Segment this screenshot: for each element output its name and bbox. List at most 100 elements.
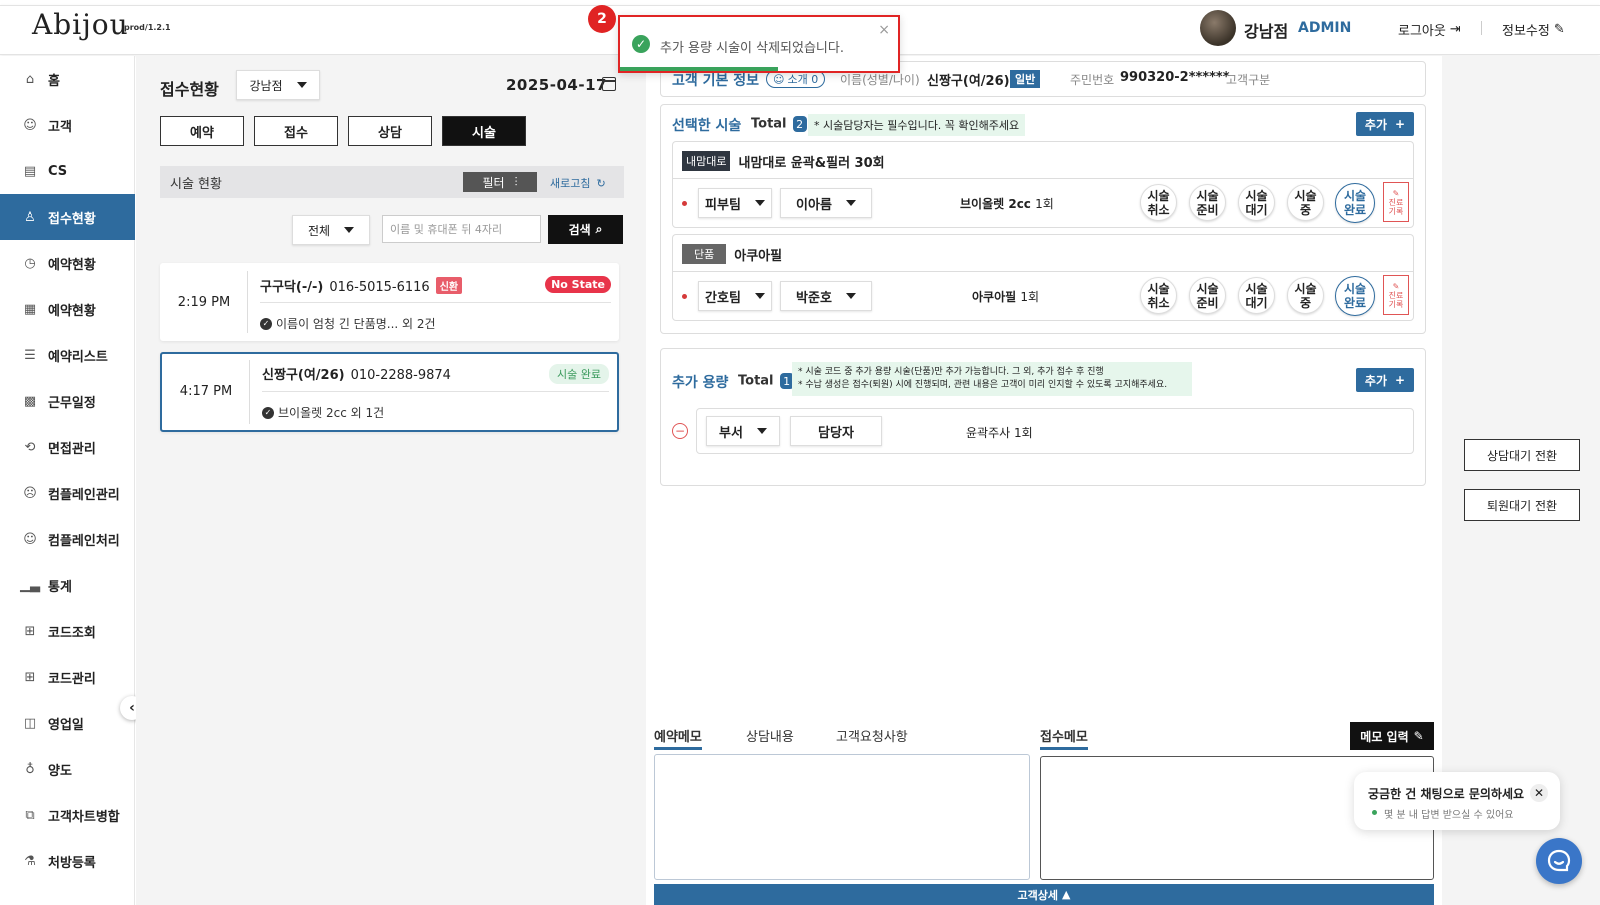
date-display[interactable]: 2025-04-17 xyxy=(506,76,607,94)
sidebar-item-complaint-manage[interactable]: ☹ 컴플레인관리 xyxy=(0,470,135,516)
branch-select-value: 강남점 xyxy=(249,78,283,93)
search-icon: ⌕ xyxy=(595,222,603,236)
medical-record-button[interactable]: ✎ 진료 기록 xyxy=(1383,182,1409,222)
add-extra-button[interactable]: 추가 + xyxy=(1356,368,1414,392)
remove-extra-icon[interactable]: − xyxy=(672,423,688,439)
team-select[interactable]: 간호팀 xyxy=(698,281,772,311)
close-icon[interactable]: × xyxy=(878,22,890,38)
sidebar-item-code-lookup[interactable]: ⊞ 코드조회 xyxy=(0,608,135,654)
sidebar-item-prescription[interactable]: ⚗ 처방등록 xyxy=(0,838,135,884)
sidebar-item-label: 고객차트병합 xyxy=(48,809,120,825)
status-filter-select[interactable]: 전체 xyxy=(292,215,370,245)
clipboard-user-icon: ▤ xyxy=(23,163,37,179)
tab-consult-content[interactable]: 상담내용 xyxy=(746,726,794,745)
record-label-2: 기록 xyxy=(1388,299,1404,309)
tab-consult[interactable]: 상담 xyxy=(348,116,432,146)
chat-title: 궁금한 건 채팅으로 문의하세요 xyxy=(1368,787,1525,801)
complete-procedure-button[interactable]: 시술 완료 xyxy=(1335,183,1375,223)
search-button[interactable]: 검색 ⌕ xyxy=(548,215,623,244)
tab-reservation[interactable]: 예약 xyxy=(160,116,244,146)
complete-procedure-button[interactable]: 시술 완료 xyxy=(1335,276,1375,316)
edit-info-button[interactable]: 정보수정 ✎ xyxy=(1502,20,1565,39)
sidebar-item-label: 근무일정 xyxy=(48,395,96,411)
sidebar-item-business-day[interactable]: ◫ 영업일 xyxy=(0,700,135,746)
sidebar-item-reservation-2[interactable]: ▦ 예약현황 xyxy=(0,286,135,332)
add-procedure-button[interactable]: 추가 + xyxy=(1356,112,1414,136)
sidebar-item-reservation[interactable]: ◷ 예약현황 xyxy=(0,240,135,286)
memo-input-button[interactable]: 메모 입력 ✎ xyxy=(1350,722,1434,750)
prepare-procedure-button[interactable]: 시술 준비 xyxy=(1189,277,1226,314)
cancel-procedure-button[interactable]: 시술 취소 xyxy=(1140,184,1177,221)
sidebar-item-chart-merge[interactable]: ⧉ 고객차트병합 xyxy=(0,792,135,838)
dept-value: 부서 xyxy=(719,425,743,441)
rrn-value: 990320-2****** xyxy=(1120,70,1230,85)
team-select[interactable]: 피부팀 xyxy=(698,188,772,218)
check-circle-icon: ✓ xyxy=(260,317,272,330)
sidebar-item-transfer[interactable]: ♁ 양도 xyxy=(0,746,135,792)
sidebar-item-work-schedule[interactable]: ▩ 근무일정 xyxy=(0,378,135,424)
check-circle-icon: ✓ xyxy=(632,35,650,53)
step-marker: 2 xyxy=(588,5,616,33)
branch-select[interactable]: 강남점 xyxy=(236,70,320,100)
reservation-memo-textarea[interactable] xyxy=(654,754,1030,880)
wait-procedure-button[interactable]: 시술 대기 xyxy=(1238,277,1275,314)
search-input[interactable] xyxy=(382,215,541,243)
filter-button[interactable]: 필터 ⫶ xyxy=(463,172,537,192)
dept-select[interactable]: 부서 xyxy=(706,416,780,446)
sidebar-item-reservation-list[interactable]: ☰ 예약리스트 xyxy=(0,332,135,378)
discharge-wait-button[interactable]: 퇴원대기 전환 xyxy=(1464,489,1580,521)
cancel-procedure-button[interactable]: 시술 취소 xyxy=(1140,277,1177,314)
chevron-down-icon xyxy=(344,227,355,233)
sidebar-item-home[interactable]: ⌂ 홈 xyxy=(0,56,135,102)
reception-card[interactable]: 2:19 PM 구구닥(-/-) 016-5015-6116 신환 No State… xyxy=(160,263,619,341)
sidebar-item-cs[interactable]: ▤ CS xyxy=(0,148,135,194)
in-progress-procedure-button[interactable]: 시술 중 xyxy=(1287,277,1324,314)
tab-reception[interactable]: 접수 xyxy=(254,116,338,146)
pencil-icon: ✎ xyxy=(1553,22,1565,37)
prepare-procedure-button[interactable]: 시술 준비 xyxy=(1189,184,1226,221)
logout-button[interactable]: 로그아웃 ⇥ xyxy=(1398,20,1461,39)
sidebar-item-statistics[interactable]: ▁▃ 통계 xyxy=(0,562,135,608)
chat-launcher-button[interactable] xyxy=(1536,838,1582,884)
sidebar-item-customer[interactable]: ☺ 고객 xyxy=(0,102,135,148)
sidebar-item-label: 예약현황 xyxy=(48,303,96,319)
tab-customer-request[interactable]: 고객요청사항 xyxy=(836,726,908,745)
wait-procedure-button[interactable]: 시술 대기 xyxy=(1238,184,1275,221)
app-logo[interactable]: Abijou xyxy=(32,8,129,41)
pencil-icon: ✎ xyxy=(1392,188,1400,198)
required-dot xyxy=(682,201,687,206)
status-filter-value: 전체 xyxy=(307,223,331,238)
procedure-item-count: 1회 xyxy=(1035,197,1054,211)
reception-card-selected[interactable]: 4:17 PM 신짱구(여/26) 010-2288-9874 시술 완료 ✓ 브… xyxy=(160,352,619,432)
sidebar-item-label: 접수현황 xyxy=(48,211,96,227)
refresh-button[interactable]: 새로고침 ↻ xyxy=(550,175,606,191)
sidebar-item-reception[interactable]: ♙ 접수현황 xyxy=(0,194,135,240)
online-dot xyxy=(1372,810,1377,815)
sidebar-item-label: 면접관리 xyxy=(48,441,96,457)
sidebar-item-complaint-process[interactable]: ☺ 컴플레인처리 xyxy=(0,516,135,562)
sidebar-item-interview[interactable]: ⟲ 면접관리 xyxy=(0,424,135,470)
staff-select[interactable]: 이아름 xyxy=(780,188,872,218)
extra-dosage-title: 추가 용량 xyxy=(672,375,729,391)
smile-icon: ☹ xyxy=(23,485,37,501)
calendar-grid-icon: ▩ xyxy=(23,393,37,409)
chat-prompt[interactable]: 궁금한 건 채팅으로 문의하세요 몇 분 내 답변 받으실 수 있어요 ✕ xyxy=(1354,772,1560,830)
in-progress-procedure-button[interactable]: 시술 중 xyxy=(1287,184,1324,221)
extra-staff-select[interactable]: 담당자 xyxy=(790,416,882,446)
sliders-icon: ⫶ xyxy=(514,174,518,189)
sidebar-item-label: 컴플레인처리 xyxy=(48,533,120,549)
status-badge: 시술 완료 xyxy=(549,364,609,384)
medical-record-button[interactable]: ✎ 진료 기록 xyxy=(1383,275,1409,315)
user-avatar xyxy=(1200,10,1236,46)
plus-icon: + xyxy=(1395,373,1406,387)
close-icon[interactable]: ✕ xyxy=(1530,784,1548,802)
calendar-icon[interactable] xyxy=(602,77,616,91)
calendar-clock-icon: ◷ xyxy=(24,255,36,271)
customer-detail-toggle[interactable]: 고객상세 ▲ xyxy=(654,884,1434,905)
sidebar-item-code-manage[interactable]: ⊞ 코드관리 xyxy=(0,654,135,700)
staff-select[interactable]: 박준호 xyxy=(780,281,872,311)
tab-reservation-memo[interactable]: 예약메모 xyxy=(654,726,702,750)
card-phone: 016-5015-6116 xyxy=(329,280,430,295)
consult-wait-button[interactable]: 상담대기 전환 xyxy=(1464,439,1580,471)
tab-procedure[interactable]: 시술 xyxy=(442,116,526,146)
